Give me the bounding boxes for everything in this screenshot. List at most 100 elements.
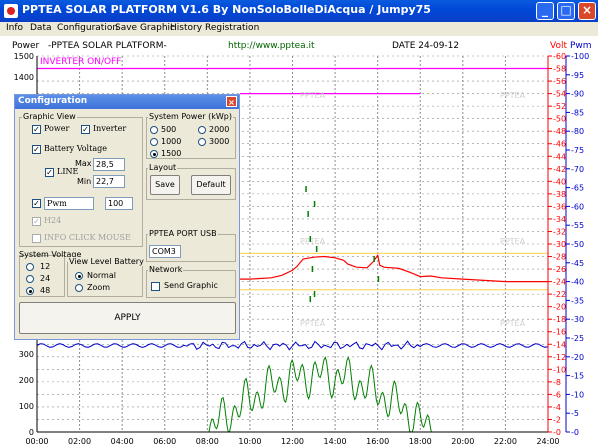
min-input[interactable]: 22,7: [93, 175, 125, 188]
graphic-view-title: Graphic View: [22, 112, 77, 121]
view-normal-radio[interactable]: [75, 272, 83, 280]
pwm-tick-label: -85: [571, 108, 584, 117]
volt-tick-label: -38: [553, 190, 566, 199]
maximize-button[interactable]: □: [557, 2, 575, 20]
power-tick-label: 1400: [14, 73, 34, 82]
pwm-tick-label: -50: [571, 240, 584, 249]
menu-data[interactable]: Data: [30, 23, 52, 33]
h24-checkbox[interactable]: ✓: [32, 217, 41, 226]
power-2000-label: 2000: [209, 125, 230, 134]
voltage-48-radio[interactable]: [26, 287, 34, 295]
pwm-tick-label: -70: [571, 165, 584, 174]
port-usb-title: PPTEA PORT USB: [148, 229, 218, 238]
network-title: Network: [148, 265, 184, 274]
inverter-label: INVERTER ON/OFF: [40, 57, 121, 67]
power-spike: [315, 246, 318, 252]
volt-tick-label: -28: [553, 253, 566, 262]
volt-tick-label: -36: [553, 202, 566, 211]
volt-tick-label: -34: [553, 215, 566, 224]
view-level-title: View Level Battery: [68, 257, 145, 266]
x-tick-label: 22:00: [494, 437, 517, 446]
power-spike: [313, 201, 316, 207]
line-checkbox[interactable]: ✓: [45, 168, 54, 177]
pwm-checkbox[interactable]: ✓: [32, 199, 41, 208]
menu-info[interactable]: Info: [6, 23, 23, 33]
com-port-field[interactable]: COM3: [149, 245, 181, 258]
pwm-value-input[interactable]: 100: [105, 197, 133, 210]
power-1500-label: 1500: [161, 149, 182, 158]
max-label: Max: [75, 159, 92, 168]
voltage-12-label: 12: [40, 262, 51, 271]
volt-tick-label: -32: [553, 227, 566, 236]
pwm-tick-label: -55: [571, 221, 584, 230]
power-tick-label: 300: [19, 350, 34, 359]
menu-registration[interactable]: Registration: [205, 23, 259, 33]
pptea-watermark: PPTEA: [500, 237, 526, 246]
power-spike: [309, 296, 312, 302]
battery-voltage-checkbox[interactable]: ✓: [32, 145, 41, 154]
volt-tick-label: -46: [553, 140, 566, 149]
voltage-12-radio[interactable]: [26, 263, 34, 271]
pwm-tick-label: -40: [571, 278, 584, 287]
apply-button[interactable]: APPLY: [19, 302, 236, 334]
max-input[interactable]: 28,5: [93, 158, 125, 171]
voltage-24-radio[interactable]: [26, 275, 34, 283]
power-tick-label: 100: [19, 402, 34, 411]
pwm-tick-label: -95: [571, 71, 584, 80]
battery-voltage-label: Battery Voltage: [44, 144, 107, 153]
view-zoom-radio[interactable]: [75, 284, 83, 292]
volt-tick-label: -2: [553, 415, 561, 424]
power-tick-label: 1500: [14, 52, 34, 61]
power-3000-radio[interactable]: [198, 138, 206, 146]
menu-configuration[interactable]: Configuration: [57, 23, 118, 33]
volt-tick-label: -0: [553, 428, 561, 437]
info-click-mouse-checkbox[interactable]: [32, 234, 41, 243]
power-2000-radio[interactable]: [198, 126, 206, 134]
volt-tick-label: -10: [553, 365, 566, 374]
power-1500-radio[interactable]: [150, 150, 158, 158]
volt-tick-label: -8: [553, 378, 561, 387]
pwm-tick-label: -25: [571, 334, 584, 343]
power-500-radio[interactable]: [150, 126, 158, 134]
volt-tick-label: -22: [553, 290, 566, 299]
config-close-button[interactable]: ×: [226, 96, 237, 107]
power-spike: [305, 186, 307, 192]
pptea-watermark: PPTEA: [300, 319, 326, 328]
menu-history[interactable]: History: [170, 23, 202, 33]
x-tick-label: 14:00: [324, 437, 347, 446]
inverter-checkbox[interactable]: ✓: [81, 125, 90, 134]
info-click-mouse-label: INFO CLICK MOUSE: [44, 233, 131, 242]
volt-tick-label: -24: [553, 278, 566, 287]
minimize-button[interactable]: _: [536, 2, 554, 20]
power-spike: [377, 276, 380, 282]
pptea-watermark: PPTEA: [500, 91, 526, 100]
date-label: DATE 24-09-12: [392, 41, 459, 51]
volt-tick-label: -56: [553, 77, 566, 86]
volt-tick-label: -52: [553, 102, 566, 111]
volt-tick-label: -16: [553, 328, 566, 337]
volt-tick-label: -18: [553, 315, 566, 324]
app-icon: [4, 4, 18, 18]
power-checkbox[interactable]: ✓: [32, 125, 41, 134]
min-label: Min: [77, 177, 92, 186]
power-tick-label: 200: [19, 376, 34, 385]
power-1000-radio[interactable]: [150, 138, 158, 146]
power-spike: [373, 256, 375, 262]
power-1000-label: 1000: [161, 137, 182, 146]
volt-tick-label: -12: [553, 353, 566, 362]
volt-tick-label: -48: [553, 127, 566, 136]
save-button[interactable]: Save: [150, 175, 180, 195]
power-line: [205, 356, 433, 433]
pwm-tick-label: -45: [571, 259, 584, 268]
power-spike: [313, 291, 316, 297]
default-button[interactable]: Default: [191, 175, 231, 195]
menu-save-graphic[interactable]: Save Graphic: [115, 23, 175, 33]
pwm-input[interactable]: Pwm: [44, 197, 94, 210]
menu-bar: Info Data Configuration Save Graphic His…: [0, 22, 598, 36]
send-graphic-checkbox[interactable]: [151, 282, 160, 291]
close-button[interactable]: ×: [578, 2, 596, 20]
x-tick-label: 24:00: [536, 437, 559, 446]
volt-tick-label: -26: [553, 265, 566, 274]
volt-tick-label: -44: [553, 152, 566, 161]
pwm-tick-label: -35: [571, 296, 584, 305]
